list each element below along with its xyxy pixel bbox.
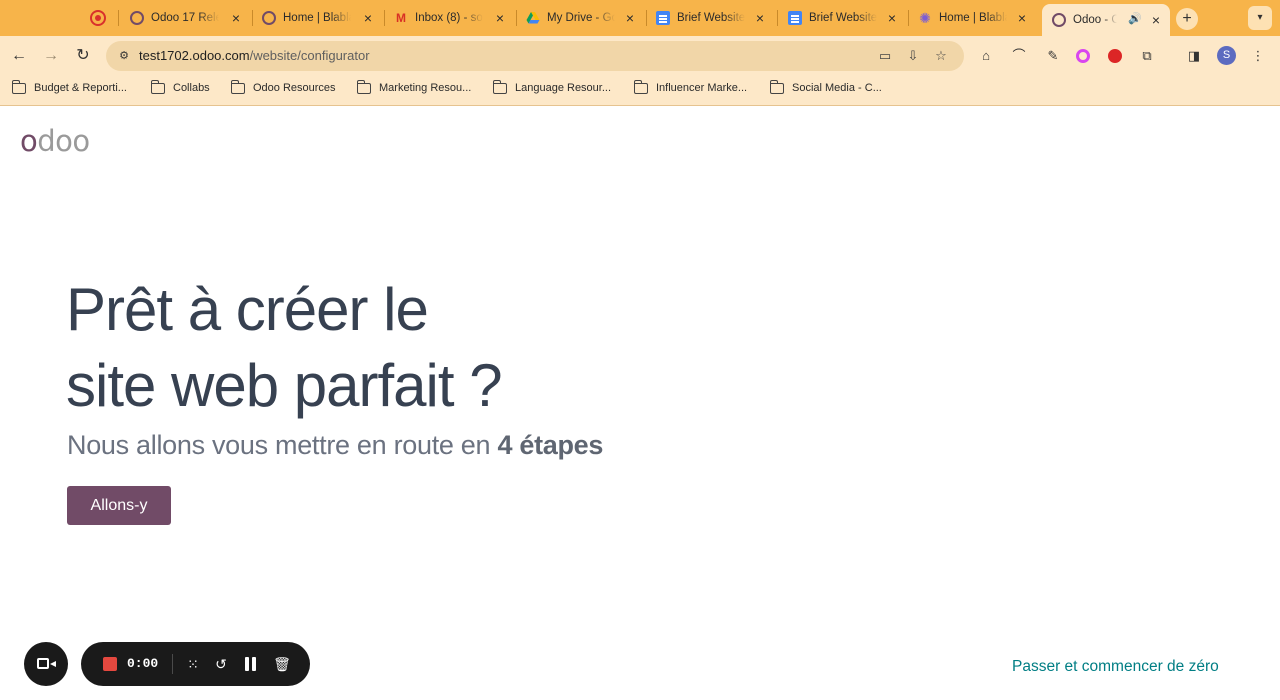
tab-title: My Drive - Google [547,12,615,24]
close-icon[interactable]: × [884,9,900,27]
folder-icon [492,79,507,94]
extensions-puzzle-icon[interactable]: ⧉ [1137,46,1157,66]
tab-inbox[interactable]: M Inbox (8) - social × [394,7,508,29]
forward-arrow-icon[interactable]: → [40,45,62,67]
folder-icon [150,79,165,94]
tab-title: Brief Website [677,12,745,24]
tab-title: Odoo - Configurator [1073,14,1117,26]
reload-icon[interactable]: ↻ [72,45,94,67]
address-bar[interactable]: ⚙ test1702.odoo.com/website/configurator… [106,41,964,71]
restart-icon[interactable]: ↺ [211,654,231,674]
extension-house-icon[interactable]: ⌂ [976,46,996,66]
folder-icon [633,79,648,94]
camera-toggle-button[interactable] [24,642,68,686]
folder-icon [356,79,371,94]
lets-go-button[interactable]: Allons-y [67,486,171,525]
tab-separator [118,10,119,26]
grid-dots-icon[interactable]: ⁙ [183,654,203,674]
tab-search-chevron-icon[interactable]: ▾ [1248,6,1272,30]
extension-arc-icon[interactable]: ⌒ [1009,46,1029,66]
bookmark-folder[interactable]: Odoo Resources [230,79,336,94]
extension-color-icon[interactable] [1076,49,1090,63]
page-title: Prêt à créer le site web parfait ? [66,272,503,424]
browser-toolbar: ← → ↻ ⚙ test1702.odoo.com/website/config… [0,36,1280,76]
steps-count: 4 étapes [497,430,604,460]
tab-separator [516,10,517,26]
close-icon[interactable]: × [360,9,376,27]
browser-tab-strip: Odoo 17 Release × Home | Blablacar × M I… [0,0,1280,36]
tab-separator [908,10,909,26]
headline-line-1: Prêt à créer le [66,276,429,343]
tab-separator [252,10,253,26]
google-docs-icon [656,11,670,25]
close-icon[interactable]: × [492,9,508,27]
page-subtitle: Nous allons vous mettre en route en 4 ét… [67,430,604,460]
google-drive-icon [526,11,540,25]
tab-brief-website-1[interactable]: Brief Website × [656,7,768,29]
odoo-icon [1052,13,1066,27]
profile-avatar[interactable]: S [1217,46,1236,65]
camera-icon[interactable]: ▭ [876,47,894,65]
extension-record-icon[interactable] [1108,49,1122,63]
speaker-icon[interactable]: 🔊 [1128,12,1142,25]
odoo-logo[interactable]: odoo [20,124,90,158]
video-camera-icon [37,658,56,669]
headline-line-2: site web parfait ? [66,352,503,419]
divider [172,654,173,674]
recording-controls: 0:00 ⁙ ↺ 🗑 [81,642,310,686]
close-icon[interactable]: × [622,9,638,27]
odoo-icon [130,11,144,25]
new-tab-button[interactable]: + [1176,8,1198,30]
recording-indicator-icon [90,10,106,26]
tab-my-drive[interactable]: My Drive - Google × [526,7,638,29]
folder-icon [230,79,245,94]
bookmark-folder[interactable]: Influencer Marke... [633,79,747,94]
tab-separator [384,10,385,26]
tab-title: Brief Website [809,12,877,24]
back-arrow-icon[interactable]: ← [8,45,30,67]
tab-home-blablacar[interactable]: Home | Blablacar × [262,7,376,29]
tab-brief-website-2[interactable]: Brief Website × [788,7,900,29]
close-icon[interactable]: × [1148,11,1164,29]
bookmark-folder[interactable]: Marketing Resou... [356,79,471,94]
url-text[interactable]: test1702.odoo.com/website/configurator [139,48,370,63]
bookmark-folder[interactable]: Language Resour... [492,79,611,94]
bookmark-folder[interactable]: Social Media - C... [769,79,882,94]
site-settings-icon[interactable]: ⚙ [115,47,133,65]
tab-title: Home | Blablacar [939,12,1007,24]
close-icon[interactable]: × [752,9,768,27]
bookmark-folder[interactable]: Budget & Reporti... [11,79,127,94]
skip-link[interactable]: Passer et commencer de zéro [1012,658,1219,676]
stop-recording-icon[interactable] [103,657,117,671]
tab-separator [777,10,778,26]
menu-kebab-icon[interactable]: ⋮ [1248,46,1268,66]
tab-odoo-17-release[interactable]: Odoo 17 Release × [130,7,244,29]
pause-icon[interactable] [245,657,257,671]
close-icon[interactable]: × [1014,9,1030,27]
tab-separator [646,10,647,26]
odoo-icon [262,11,276,25]
tab-odoo-configurator[interactable]: Odoo - Configurator 🔊 × [1042,4,1170,36]
google-docs-icon [788,11,802,25]
extension-pen-icon[interactable]: ✎ [1043,46,1063,66]
tab-home-blablacar-2[interactable]: ✺ Home | Blablacar × [918,7,1030,29]
tab-title: Home | Blablacar [283,12,351,24]
folder-icon [769,79,784,94]
trash-icon[interactable]: 🗑 [272,654,292,674]
tab-title: Odoo 17 Release [151,12,219,24]
folder-icon [11,79,26,94]
gmail-icon: M [396,11,406,25]
bookmark-folder[interactable]: Collabs [150,79,210,94]
bookmarks-bar: Budget & Reporti... Collabs Odoo Resourc… [0,76,1280,106]
recording-timer: 0:00 [127,656,159,671]
close-icon[interactable]: × [228,9,244,27]
install-app-icon[interactable]: ⇩ [904,47,922,65]
gear-icon: ✺ [919,10,931,26]
bookmark-star-icon[interactable]: ☆ [932,47,950,65]
tab-title: Inbox (8) - social [415,12,483,24]
side-panel-icon[interactable]: ◨ [1184,46,1204,66]
